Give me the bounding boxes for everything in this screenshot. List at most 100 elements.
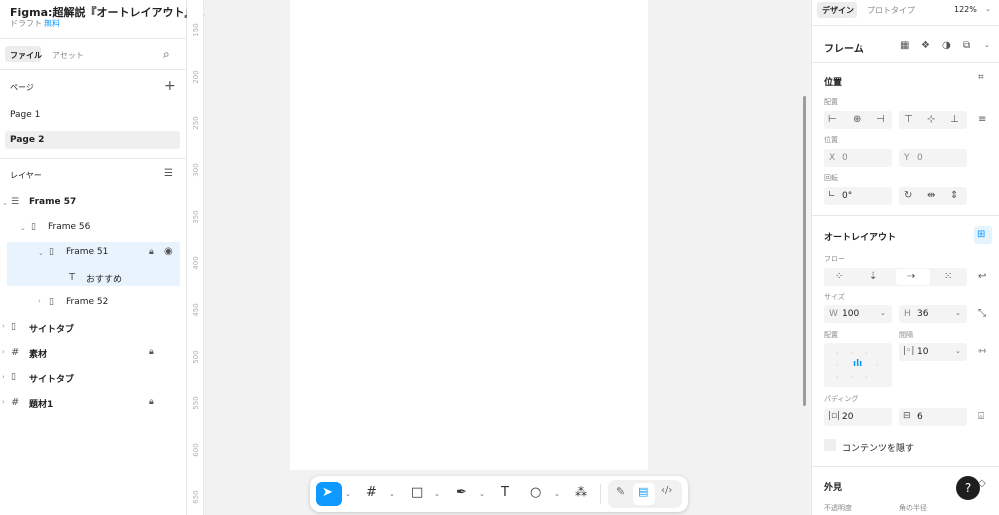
mask-icon[interactable]: ◑: [942, 40, 951, 51]
chevron-down-icon[interactable]: ⌄: [955, 309, 961, 317]
chevron-down-icon[interactable]: ⌄: [164, 6, 170, 14]
autolayout-frame-icon: ▯: [31, 222, 36, 232]
lock-icon[interactable]: 🔒︎: [149, 347, 154, 357]
comment-tool-icon[interactable]: ○: [530, 485, 541, 500]
tab-assets[interactable]: アセット: [52, 50, 84, 61]
padding-vertical-value: 6: [917, 412, 923, 422]
layer-item[interactable]: サイトタブ: [29, 322, 74, 335]
page-item[interactable]: Page 1: [10, 110, 40, 120]
gap-value: 10: [917, 347, 929, 357]
tab-prototype[interactable]: プロトタイプ: [867, 5, 915, 16]
design-frame[interactable]: [290, 0, 648, 470]
chevron-right-icon[interactable]: ›: [2, 322, 5, 330]
layer-item[interactable]: 題材1: [29, 397, 53, 410]
autolayout-frame-icon: ▯: [11, 372, 16, 382]
chevron-down-icon[interactable]: ⌄: [389, 490, 395, 498]
canvas-scrollbar[interactable]: [803, 96, 806, 406]
resize-icon[interactable]: ⤡: [978, 308, 986, 319]
ruler-tick: 300: [192, 163, 200, 177]
search-icon[interactable]: ⌕: [163, 47, 170, 62]
clip-content-label: コンテンツを隠す: [842, 444, 915, 454]
add-page-icon[interactable]: +: [164, 78, 176, 94]
padding-horizontal-icon: |▫|: [828, 411, 841, 421]
chevron-down-icon[interactable]: ⌄: [985, 5, 991, 13]
grid-icon[interactable]: ▦: [900, 40, 909, 51]
flip-horizontal-icon[interactable]: ⇹: [927, 190, 935, 201]
canvas[interactable]: [205, 0, 810, 515]
left-panel: Figma:超解説『オートレイアウト』... ⌄ ドラフト 無料 ファイル アセ…: [0, 0, 208, 515]
chevron-right-icon[interactable]: ›: [38, 297, 41, 305]
align-left-icon[interactable]: ⊢: [828, 114, 837, 125]
ruler-tick: 150: [192, 23, 200, 37]
align-middle-icon[interactable]: ⊹: [927, 114, 935, 125]
dev-mode-icon[interactable]: ‹/›: [661, 485, 672, 496]
flow-horizontal-icon: ⇢: [907, 271, 916, 282]
layer-item[interactable]: Frame 52: [66, 297, 108, 307]
flow-free-icon[interactable]: ⁘: [835, 271, 843, 282]
collapse-layers-icon[interactable]: ☰: [164, 168, 173, 179]
chevron-down-icon[interactable]: ⌄: [479, 490, 485, 498]
chevron-down-icon[interactable]: ⌄: [858, 41, 864, 49]
component-icon[interactable]: ❖: [921, 40, 930, 51]
layer-item[interactable]: Frame 56: [48, 222, 90, 232]
clip-content-checkbox[interactable]: [824, 439, 836, 451]
h-value: 36: [917, 309, 929, 319]
flow-wrap-icon[interactable]: ⁙: [944, 271, 952, 282]
zoom-level[interactable]: 122%: [954, 5, 977, 14]
chevron-down-icon[interactable]: ⌄: [955, 347, 961, 355]
chevron-down-icon[interactable]: ⌄: [554, 490, 560, 498]
spacing-settings-icon[interactable]: ⇿: [978, 346, 986, 357]
draw-mode-icon[interactable]: ✎: [616, 485, 625, 498]
layer-item[interactable]: 素材: [29, 347, 47, 360]
wrap-icon[interactable]: ↩: [978, 271, 986, 282]
pen-tool-icon[interactable]: ✒: [456, 485, 467, 500]
x-value: 0: [842, 153, 848, 163]
boolean-icon[interactable]: ⧉: [963, 40, 970, 51]
chevron-down-icon[interactable]: ⌄: [984, 41, 990, 49]
distribute-icon[interactable]: ≡: [978, 114, 986, 125]
text-tool-icon[interactable]: T: [501, 485, 509, 500]
eye-icon[interactable]: ◉: [164, 246, 173, 257]
align-right-icon[interactable]: ⊣: [876, 114, 885, 125]
chevron-down-icon[interactable]: ⌄: [345, 490, 351, 498]
align-center-icon[interactable]: ⊕: [853, 114, 861, 125]
corner-radius-label: 角の半径: [899, 504, 927, 512]
align-bottom-icon[interactable]: ⊥: [950, 114, 959, 125]
actions-tool-icon[interactable]: ⁂: [575, 485, 587, 499]
lock-icon[interactable]: 🔒︎: [149, 397, 154, 407]
chevron-down-icon[interactable]: ⌄: [2, 199, 8, 207]
align-top-icon[interactable]: ⊤: [904, 114, 913, 125]
plan-badge: 無料: [44, 19, 60, 28]
help-button[interactable]: ?: [956, 476, 980, 500]
frame-tool-icon[interactable]: #: [366, 485, 377, 500]
chevron-down-icon[interactable]: ⌄: [20, 224, 26, 232]
alignment-dot: ·: [836, 361, 839, 370]
individual-padding-icon[interactable]: ⌺: [978, 411, 984, 422]
rotate-icon[interactable]: ↻: [904, 190, 912, 201]
chevron-down-icon[interactable]: ⌄: [434, 490, 440, 498]
lock-icon[interactable]: 🔒︎: [149, 247, 154, 257]
ruler-tick: 600: [192, 443, 200, 457]
chevron-right-icon[interactable]: ›: [2, 398, 5, 406]
frame-icon: #: [11, 347, 20, 358]
chevron-down-icon[interactable]: ⌄: [38, 249, 44, 257]
rectangle-tool-icon[interactable]: □: [411, 485, 423, 500]
chevron-down-icon[interactable]: ⌄: [880, 309, 886, 317]
flow-vertical-icon[interactable]: ⇣: [869, 271, 877, 282]
tab-design-label: デザイン: [822, 6, 854, 15]
layer-item[interactable]: おすすめ: [86, 272, 122, 285]
layer-item[interactable]: Frame 57: [29, 197, 76, 207]
ruler-tick: 400: [192, 256, 200, 270]
ruler-tick: 650: [192, 490, 200, 504]
alignment-dots: ···: [836, 373, 880, 382]
layer-item[interactable]: サイトタブ: [29, 372, 74, 385]
opacity-label: 不透明度: [824, 504, 852, 512]
flip-vertical-icon[interactable]: ⇕: [950, 190, 958, 201]
chevron-right-icon[interactable]: ›: [2, 348, 5, 356]
ruler-tick: 350: [192, 210, 200, 224]
constraints-icon[interactable]: ⌗: [978, 72, 984, 83]
layer-item-selected[interactable]: Frame 51: [66, 247, 108, 257]
layers-heading: レイヤー: [10, 171, 42, 180]
chevron-right-icon[interactable]: ›: [2, 373, 5, 381]
size-label: サイズ: [824, 293, 845, 301]
